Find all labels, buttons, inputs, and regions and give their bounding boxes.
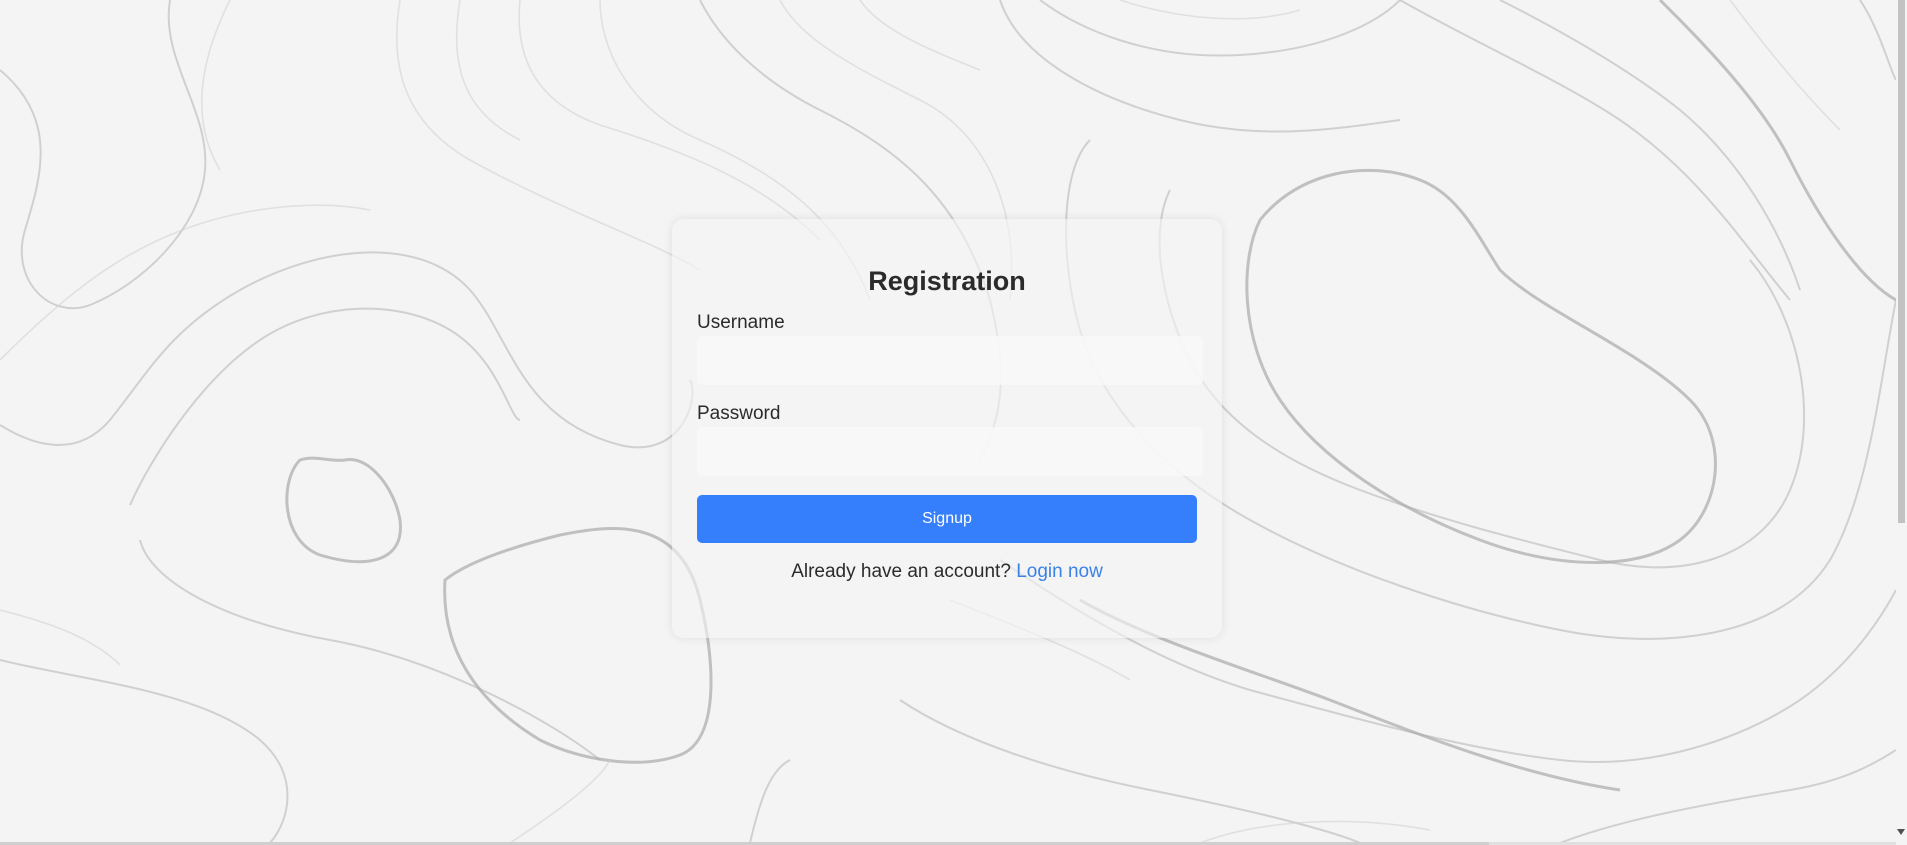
vertical-scrollbar[interactable] bbox=[1896, 0, 1907, 845]
page-title: Registration bbox=[868, 266, 1026, 296]
username-input[interactable] bbox=[697, 336, 1203, 385]
signup-button[interactable]: Signup bbox=[697, 495, 1197, 543]
page: Registration Username Password Signup Al… bbox=[0, 0, 1907, 845]
login-link[interactable]: Login now bbox=[1016, 561, 1103, 582]
password-label: Password bbox=[697, 403, 781, 424]
registration-card: Registration Username Password Signup Al… bbox=[672, 219, 1222, 638]
login-prompt-text: Already have an account? bbox=[791, 561, 1011, 582]
password-input[interactable] bbox=[697, 427, 1203, 476]
login-prompt: Already have an account? Login now bbox=[697, 561, 1197, 583]
username-label: Username bbox=[697, 312, 785, 333]
scrollbar-thumb[interactable] bbox=[1898, 0, 1905, 523]
scroll-down-arrow-icon[interactable] bbox=[1897, 829, 1905, 835]
